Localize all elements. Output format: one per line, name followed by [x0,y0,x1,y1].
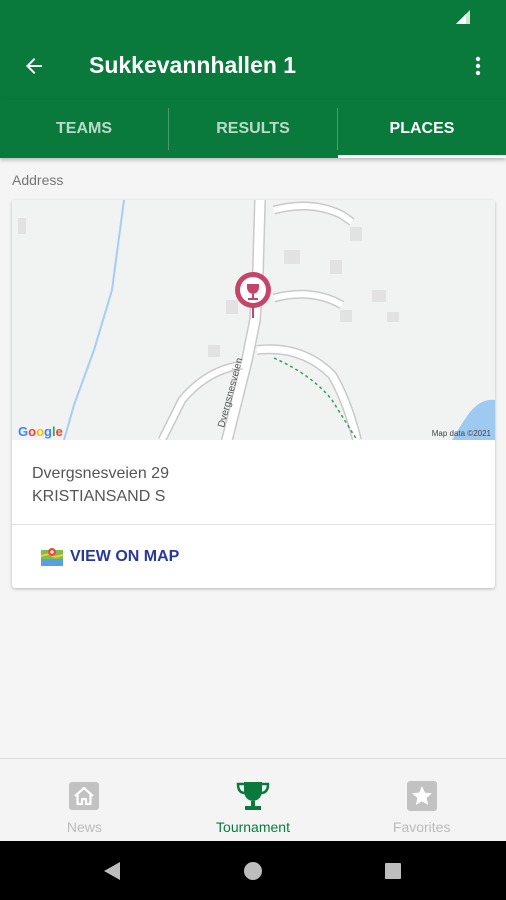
system-navigation-bar [0,841,506,900]
trophy-icon [236,779,270,813]
address-card: Dvergsnesveien Google Map data ©2021 Dve… [12,200,495,588]
nav-tournament[interactable]: Tournament [169,759,338,841]
tab-label: RESULTS [216,120,290,137]
tab-label: PLACES [389,120,455,137]
places-content: Address Dvergsnesveien Google Map data ©… [0,158,506,758]
more-options-button[interactable] [462,48,494,84]
nav-favorites[interactable]: Favorites [337,759,506,841]
home-icon [67,779,101,813]
arrow-back-icon [26,58,42,74]
tab-results[interactable]: RESULTS [169,100,337,158]
nav-label: Favorites [392,819,451,835]
tab-label: TEAMS [56,120,112,137]
view-on-map-label: VIEW ON MAP [70,548,180,565]
address-city: KRISTIANSAND S [32,488,166,505]
recents-square-icon [385,863,401,879]
page-title: Sukkevannhallen 1 [89,52,297,78]
map-drawing: Dvergsnesveien [12,200,495,446]
signal-icon [456,10,470,24]
section-label: Address [12,172,64,188]
system-recents-button[interactable] [381,859,405,883]
nav-label: News [66,819,102,835]
nav-news[interactable]: News [0,759,169,841]
status-bar [0,0,506,32]
view-on-map-button[interactable]: VIEW ON MAP [40,544,179,570]
back-button[interactable] [16,48,52,84]
home-circle-icon [244,862,262,880]
tab-bar: TEAMS RESULTS PLACES [0,100,506,158]
system-back-button[interactable] [100,859,124,883]
star-icon [405,779,439,813]
tab-teams[interactable]: TEAMS [0,100,168,158]
tab-places[interactable]: PLACES [338,100,506,158]
divider [12,524,495,525]
map-attribution: Map data ©2021 [431,429,491,438]
back-triangle-icon [104,862,120,880]
bottom-navigation: News Tournament Favorites [0,758,506,841]
google-logo: Google [18,424,63,439]
address-text: Dvergsnesveien 29 KRISTIANSAND S [32,462,169,508]
more-vert-icon [475,56,481,76]
system-home-button[interactable] [241,859,265,883]
nav-label: Tournament [216,819,290,835]
map-icon [40,548,64,566]
map-preview[interactable]: Dvergsnesveien Google Map data ©2021 [12,200,495,446]
app-bar: Sukkevannhallen 1 [0,32,506,100]
address-street: Dvergsnesveien 29 [32,465,169,482]
